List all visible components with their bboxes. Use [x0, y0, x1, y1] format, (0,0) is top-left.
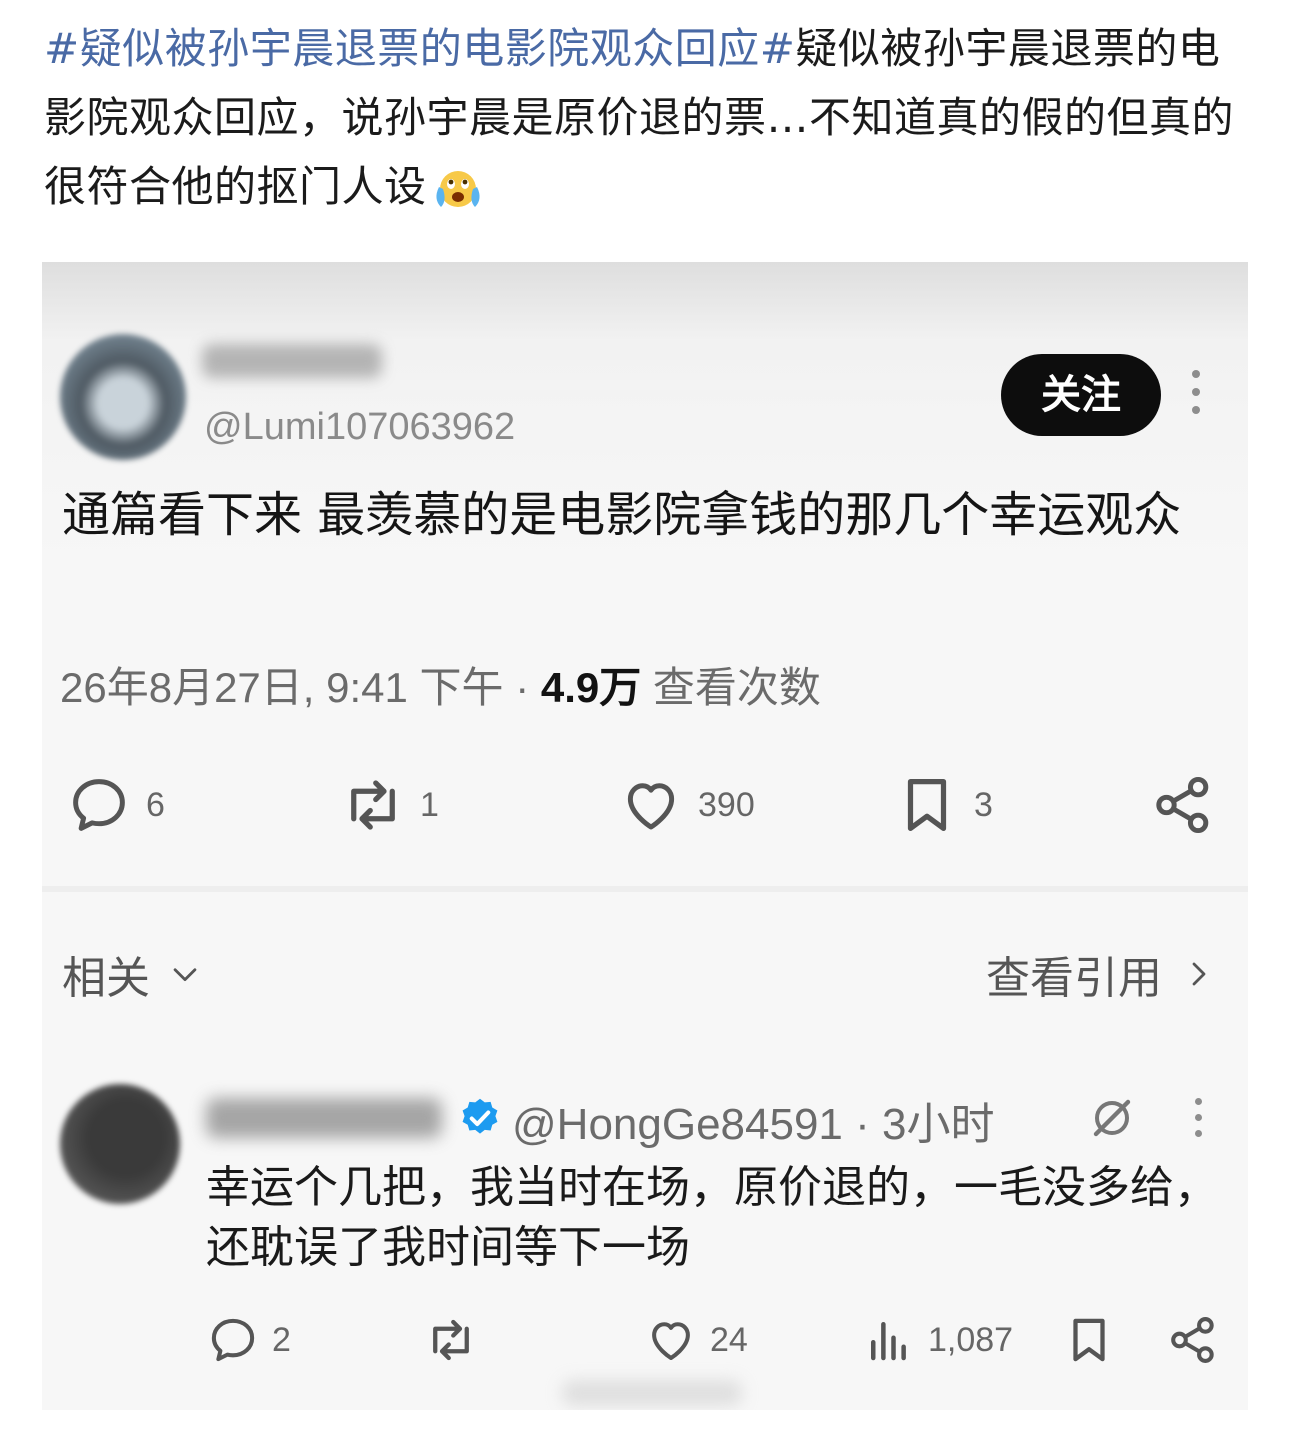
reply-action[interactable]: 6: [66, 770, 165, 840]
reply-handle-time[interactable]: @HongGe84591 · 3小时: [512, 1088, 994, 1152]
avatar[interactable]: [60, 334, 186, 460]
repost-action[interactable]: 1: [340, 770, 439, 840]
reply-count: 6: [146, 785, 165, 824]
repost-icon: [433, 1319, 469, 1361]
post-caption: #疑似被孙宇晨退票的电影院观众回应#疑似被孙宇晨退票的电影院观众回应，说孙宇晨是…: [44, 14, 1254, 221]
section-divider: [42, 886, 1248, 892]
like-count: 390: [698, 785, 755, 824]
loudly-crying-face-icon: [435, 171, 480, 207]
timestamp: 26年8月27日, 9:41 下午: [60, 664, 504, 711]
meta-separator: ·: [503, 664, 541, 711]
tweet-meta: 26年8月27日, 9:41 下午 · 4.9万 查看次数: [60, 654, 821, 715]
verified-badge-icon: [462, 1098, 498, 1134]
reply-views-count: 1,087: [928, 1320, 1014, 1359]
reply-repost-action[interactable]: [424, 1308, 478, 1372]
reply-more-options-icon[interactable]: [1188, 1098, 1208, 1148]
follow-button[interactable]: 关注: [1001, 354, 1161, 436]
reply-icon: [211, 1318, 255, 1362]
bookmark-icon: [1073, 1318, 1105, 1362]
reply-like-action[interactable]: 24: [644, 1308, 748, 1372]
heart-icon: [652, 1322, 690, 1361]
like-action[interactable]: 390: [618, 770, 755, 840]
share-icon: [1171, 1317, 1214, 1363]
view-quotes-link[interactable]: 查看引用: [986, 942, 1214, 1006]
reply-avatar[interactable]: [60, 1084, 180, 1204]
tweet-text: 通篇看下来 最羡慕的是电影院拿钱的那几个幸运观众: [62, 487, 1182, 543]
reply-bookmark-action[interactable]: [1062, 1308, 1116, 1372]
view-quotes-label: 查看引用: [986, 953, 1162, 1004]
bookmark-count: 3: [974, 785, 993, 824]
reply-share-action[interactable]: [1166, 1308, 1220, 1372]
repost-count: 1: [420, 785, 439, 824]
embedded-tweet-screenshot: @Lumi107063962 关注 通篇看下来 最羡慕的是电影院拿钱的那几个幸运…: [42, 262, 1248, 1410]
hashtag-link[interactable]: #疑似被孙宇晨退票的电影院观众回应#: [44, 24, 795, 73]
heart-icon: [627, 783, 675, 830]
share-icon: [1156, 776, 1209, 834]
views-label: 查看次数: [641, 664, 821, 711]
reply-views-action[interactable]: 1,087: [862, 1308, 1013, 1372]
related-toggle[interactable]: 相关: [62, 942, 202, 1006]
reply-icon: [73, 779, 125, 831]
repost-icon: [351, 780, 395, 830]
reply-reply-count: 2: [272, 1320, 291, 1359]
share-action[interactable]: [1150, 770, 1216, 840]
blurred-reply-name: [206, 1098, 442, 1138]
bookmark-action[interactable]: 3: [894, 770, 993, 840]
reply-text: 幸运个几把，我当时在场，原价退的，一毛没多给，还耽误了我时间等下一场: [206, 1162, 1218, 1273]
user-handle[interactable]: @Lumi107063962: [204, 406, 515, 449]
blurred-smudge: [562, 1380, 742, 1406]
chevron-right-icon: [1192, 962, 1206, 986]
more-options-icon[interactable]: [1184, 370, 1208, 426]
chevron-down-icon: [173, 968, 197, 982]
views-count: 4.9万: [540, 664, 642, 711]
reply-like-count: 24: [710, 1320, 748, 1359]
bookmark-icon: [907, 779, 947, 831]
blurred-display-name: [202, 344, 382, 378]
related-label: 相关: [62, 953, 150, 1004]
reply-reply-action[interactable]: 2: [206, 1308, 291, 1372]
grok-icon[interactable]: [1088, 1094, 1136, 1142]
views-bar-chart-icon: [871, 1322, 906, 1361]
